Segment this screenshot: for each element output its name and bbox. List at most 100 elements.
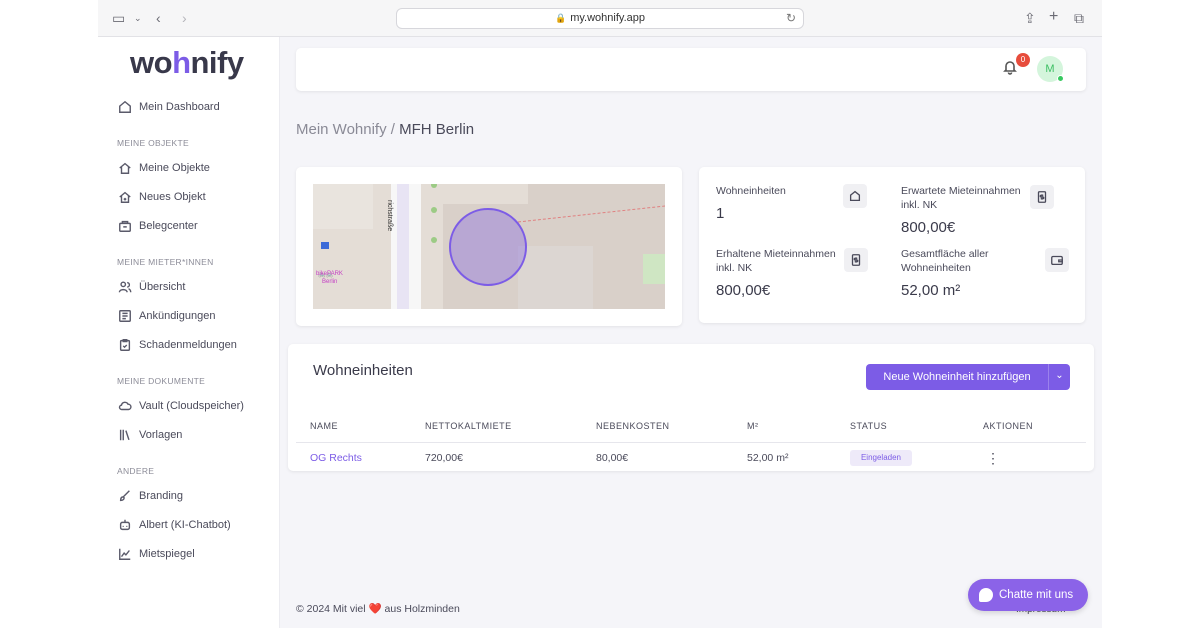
sidebar-item-new-object[interactable]: Neues Objekt	[118, 187, 206, 207]
sidebar-item-label: Neues Objekt	[139, 191, 206, 203]
new-tab-icon[interactable]: +	[1049, 8, 1058, 26]
breadcrumb: Mein Wohnify / MFH Berlin	[296, 121, 474, 138]
url-text: my.wohnify.app	[570, 12, 645, 24]
expected-income-label: Erwartete Mieteinnahmen inkl. NK	[901, 185, 1021, 211]
expected-stat-icon	[1030, 185, 1054, 209]
row-actions-icon[interactable]: ⋮	[986, 450, 1000, 467]
stats-card: Wohneinheiten 1 Erwartete Mieteinnahmen …	[699, 167, 1085, 323]
unit-rent: 720,00€	[425, 452, 463, 464]
sidebar-heading-objects: MEINE OBJEKTE	[117, 138, 189, 148]
map-tiles: 🚲🚲	[313, 184, 665, 309]
map-poi-label: bikePARK	[316, 271, 343, 277]
sidebar-item-vault[interactable]: Vault (Cloudspeicher)	[118, 396, 244, 416]
sidebar-item-rent-index[interactable]: Mietspiegel	[118, 544, 195, 564]
share-icon[interactable]: ⇪	[1024, 10, 1036, 27]
sidebar-item-receipts[interactable]: Belegcenter	[118, 216, 198, 236]
breadcrumb-parent[interactable]: Mein Wohnify /	[296, 121, 395, 138]
reload-icon[interactable]: ↻	[786, 9, 796, 28]
chat-bubble-icon	[979, 588, 993, 602]
expected-income-value: 800,00€	[901, 219, 956, 236]
logo-text-accent: h	[172, 45, 191, 80]
unit-area: 52,00 m²	[747, 452, 789, 464]
sidebar-item-chatbot[interactable]: Albert (KI-Chatbot)	[118, 515, 231, 535]
footer-prefix: © 2024 Mit viel	[296, 603, 366, 615]
address-bar[interactable]: 🔒 my.wohnify.app ↻	[396, 8, 804, 29]
units-table-title: Wohneinheiten	[313, 362, 413, 379]
dollar-document-icon	[1037, 191, 1047, 203]
property-map[interactable]: 🚲🚲 richstraße bikePARK Berlin	[313, 184, 665, 309]
sidebar-item-my-objects[interactable]: Meine Objekte	[118, 158, 210, 178]
sidebar-item-announcements[interactable]: Ankündigungen	[118, 306, 215, 326]
sidebar-item-overview[interactable]: Übersicht	[118, 277, 185, 297]
logo-text-end: nify	[190, 45, 245, 80]
status-badge: Eingeladen	[850, 450, 912, 466]
sidebar-item-label: Mietspiegel	[139, 548, 195, 560]
column-header-name: NAME	[310, 421, 339, 431]
sidebar-item-label: Albert (KI-Chatbot)	[139, 519, 231, 531]
notification-count-badge: 0	[1016, 53, 1030, 67]
breadcrumb-current: MFH Berlin	[399, 121, 475, 138]
sidebar-item-label: Ankündigungen	[139, 310, 216, 322]
sidebar-item-label: Übersicht	[139, 281, 186, 293]
home-icon	[849, 190, 861, 202]
sidebar-item-label: Belegcenter	[139, 220, 198, 232]
received-income-value: 800,00€	[716, 282, 771, 299]
column-header-actions: AKTIONEN	[983, 421, 1034, 431]
received-stat-icon	[844, 248, 868, 272]
sidebar-item-label: Vorlagen	[139, 429, 183, 441]
chevron-down-icon[interactable]: ⌄	[134, 13, 142, 24]
map-street-label: richstraße	[386, 200, 393, 232]
table-divider	[296, 442, 1086, 443]
column-header-area: M²	[747, 421, 759, 431]
chat-button-label: Chatte mit uns	[999, 589, 1074, 601]
library-icon	[119, 429, 130, 441]
cloud-icon	[118, 401, 132, 411]
received-income-label: Erhaltene Mieteinnahmen inkl. NK	[716, 248, 836, 274]
total-area-label: Gesamtfläche aller Wohneinheiten	[901, 248, 989, 274]
newspaper-icon	[119, 310, 131, 322]
wohnify-logo[interactable]: wohnify	[130, 45, 244, 81]
add-unit-button[interactable]: Neue Wohneinheit hinzufügen ⌄	[866, 364, 1070, 390]
house-icon	[119, 162, 131, 174]
units-table-card: Wohneinheiten Neue Wohneinheit hinzufüge…	[288, 344, 1094, 471]
column-header-status: STATUS	[850, 421, 888, 431]
wallet-icon	[1051, 255, 1063, 266]
chat-button[interactable]: Chatte mit uns	[968, 579, 1088, 611]
area-stat-icon	[1045, 248, 1069, 272]
sidebar-item-label: Schadenmeldungen	[139, 339, 237, 351]
users-icon	[118, 281, 132, 293]
sidebar-item-label: Mein Dashboard	[139, 101, 220, 113]
logo-text-start: wo	[130, 45, 173, 80]
archive-icon	[119, 220, 131, 232]
sidebar-heading-other: ANDERE	[117, 466, 155, 476]
house-plus-icon	[119, 191, 131, 203]
top-bar: 0 M	[296, 48, 1086, 91]
chevron-down-icon[interactable]: ⌄	[1048, 364, 1070, 390]
map-card: 🚲🚲 richstraße bikePARK Berlin	[296, 167, 682, 326]
home-icon	[119, 100, 131, 113]
units-label: Wohneinheiten	[716, 185, 786, 197]
tabs-overview-icon[interactable]: ⧉	[1074, 10, 1084, 27]
sidebar-item-dashboard[interactable]: Mein Dashboard	[118, 97, 220, 117]
back-icon[interactable]: ‹	[156, 10, 161, 26]
sidebar-heading-tenants: MEINE MIETER*INNEN	[117, 257, 214, 267]
sidebar-item-damage-reports[interactable]: Schadenmeldungen	[118, 335, 237, 355]
brush-icon	[119, 490, 130, 502]
clipboard-icon	[119, 339, 131, 351]
units-value: 1	[716, 205, 725, 222]
heart-icon: ❤️	[368, 603, 382, 615]
bot-icon	[119, 519, 131, 531]
dollar-document-icon	[851, 254, 861, 266]
footer-suffix: aus Holzminden	[384, 603, 460, 615]
footer-text: © 2024 Mit viel ❤️ aus Holzminden	[296, 602, 460, 615]
total-area-value: 52,00 m²	[901, 282, 961, 299]
sidebar-item-label: Meine Objekte	[139, 162, 210, 174]
column-header-costs: NEBENKOSTEN	[596, 421, 670, 431]
sidebar-item-branding[interactable]: Branding	[118, 486, 183, 506]
sidebar-item-templates[interactable]: Vorlagen	[118, 425, 182, 445]
forward-icon[interactable]: ›	[182, 10, 187, 26]
sidebar-heading-documents: MEINE DOKUMENTE	[117, 376, 206, 386]
sidebar-toggle-icon[interactable]: ▭	[112, 10, 125, 27]
browser-toolbar: ▭ ⌄ ‹ › 🔒 my.wohnify.app ↻ ⇪ + ⧉	[98, 0, 1102, 37]
unit-name-link[interactable]: OG Rechts	[310, 452, 362, 464]
